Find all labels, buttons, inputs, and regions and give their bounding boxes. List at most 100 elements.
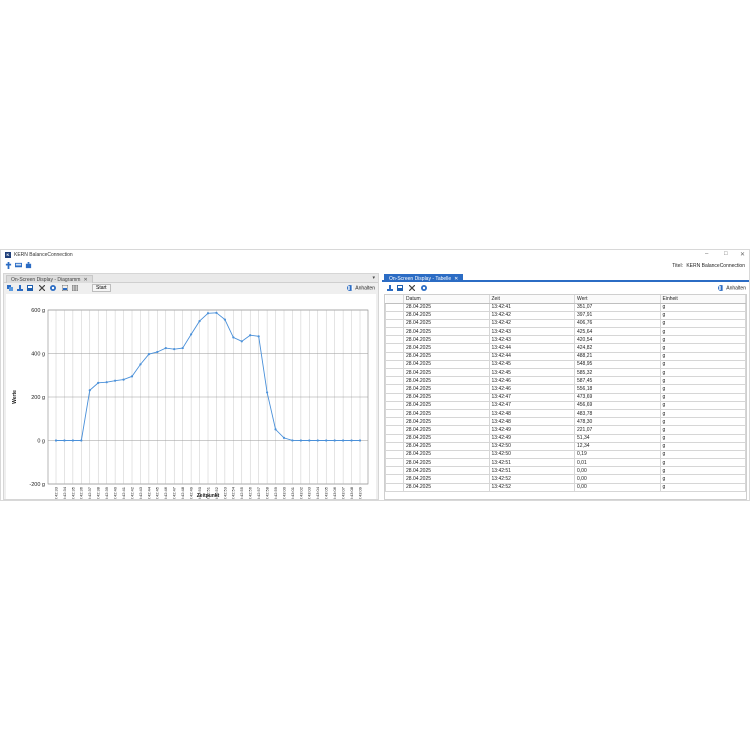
x-tick-label: 13:42:34 xyxy=(62,486,67,499)
row-header[interactable] xyxy=(385,458,404,468)
x-tick-label: 13:42:48 xyxy=(180,486,185,499)
save-icon[interactable] xyxy=(27,285,33,291)
connect-icon[interactable] xyxy=(5,262,12,269)
table-row[interactable]: 28.04.2025 13:42:49 51,34 g xyxy=(385,433,746,443)
export-icon[interactable] xyxy=(17,285,23,291)
row-header[interactable] xyxy=(385,302,404,312)
data-point xyxy=(342,439,345,442)
copy-icon[interactable] xyxy=(7,285,13,291)
table-row[interactable]: 28.04.2025 13:42:46 587,45 g xyxy=(385,376,746,386)
row-header[interactable] xyxy=(385,482,404,492)
cell-datum: 28.04.2025 xyxy=(403,417,490,427)
clear-icon[interactable] xyxy=(409,285,415,291)
chevron-down-icon[interactable]: ▾ xyxy=(372,275,375,281)
row-header[interactable] xyxy=(385,392,404,402)
column-header-zeit[interactable]: Zeit xyxy=(489,295,575,304)
column-header-wert[interactable]: Wert xyxy=(574,295,661,304)
table-row[interactable]: 28.04.2025 13:42:41 351,07 g xyxy=(385,302,746,312)
table-row[interactable]: 28.04.2025 13:42:45 548,95 g xyxy=(385,359,746,370)
row-header[interactable] xyxy=(385,441,404,451)
table-row[interactable]: 28.04.2025 13:42:52 0,00 g xyxy=(385,474,746,484)
line-chart: -200 g 0 g 200 g 400 g 600 g 13:42:33 13:42:34… xyxy=(12,308,369,503)
x-tick-label: 13:42:41 xyxy=(121,486,126,499)
table-row[interactable]: 28.04.2025 13:42:47 456,69 g xyxy=(385,400,746,410)
tab-close-icon[interactable]: ✕ xyxy=(83,277,87,283)
row-header[interactable] xyxy=(385,343,404,353)
data-point xyxy=(139,363,142,366)
save-icon[interactable] xyxy=(397,285,403,291)
app-window: K KERN BalanceConnection – □ ✕ Titel: KE… xyxy=(0,249,750,503)
cell-zeit: 13:42:48 xyxy=(488,408,575,419)
row-header[interactable] xyxy=(385,351,404,361)
table-row[interactable]: 28.04.2025 13:42:42 406,76 g xyxy=(385,318,746,329)
device-icon[interactable] xyxy=(25,262,32,269)
column-header-einheit[interactable]: Einheit xyxy=(660,295,746,304)
row-header[interactable] xyxy=(385,310,404,320)
export-icon[interactable] xyxy=(387,285,393,291)
data-point xyxy=(316,439,319,442)
cell-datum: 28.04.2025 xyxy=(403,310,490,320)
row-header[interactable] xyxy=(385,466,404,476)
row-header[interactable] xyxy=(385,417,404,427)
cell-datum: 28.04.2025 xyxy=(403,449,490,460)
row-header[interactable] xyxy=(385,318,404,329)
y-tick-label: 0 g xyxy=(37,439,45,445)
table-row[interactable]: 28.04.2025 13:42:48 478,30 g xyxy=(385,417,746,427)
x-tick-label: 13:43:06 xyxy=(332,486,337,499)
maximize-icon[interactable]: □ xyxy=(724,251,728,257)
table-row[interactable]: 28.04.2025 13:42:49 221,07 g xyxy=(385,425,746,435)
column-header-datum[interactable]: Datum xyxy=(403,295,490,304)
table-row[interactable]: 28.04.2025 13:42:43 420,54 g xyxy=(385,335,746,345)
start-button[interactable]: Start xyxy=(92,284,111,292)
view-icon[interactable] xyxy=(62,285,68,291)
data-table[interactable]: Datum Zeit Wert Einheit 28.04.2025 13:42:… xyxy=(384,294,747,500)
row-header[interactable] xyxy=(385,327,404,337)
table-row[interactable]: 28.04.2025 13:42:42 397,91 g xyxy=(385,310,746,320)
x-tick-label: 13:42:33 xyxy=(53,486,58,499)
table-row[interactable]: 28.04.2025 13:42:48 483,78 g xyxy=(385,408,746,419)
table-row[interactable]: 28.04.2025 13:42:43 425,64 g xyxy=(385,327,746,337)
table-row[interactable]: 28.04.2025 13:42:51 0,01 g xyxy=(385,458,746,468)
close-window-icon[interactable]: ✕ xyxy=(740,251,745,258)
row-header[interactable] xyxy=(385,474,404,484)
table-row[interactable]: 28.04.2025 13:42:46 556,18 g xyxy=(385,384,746,394)
title-value[interactable]: KERN BalanceConnection xyxy=(686,263,745,269)
tab-table[interactable]: On-Screen Display - Tabelle ✕ xyxy=(384,274,464,282)
x-tick-label: 13:42:59 xyxy=(273,486,278,499)
table-row[interactable]: 28.04.2025 13:42:45 585,32 g xyxy=(385,367,746,378)
pause-button[interactable]: ❚❚Anhalten xyxy=(718,285,746,291)
table-row[interactable]: 28.04.2025 13:42:44 488,21 g xyxy=(385,351,746,361)
clear-icon[interactable] xyxy=(39,285,45,291)
cell-datum: 28.04.2025 xyxy=(403,433,490,443)
table-icon[interactable] xyxy=(72,285,78,291)
row-header[interactable] xyxy=(385,376,404,386)
row-header[interactable] xyxy=(385,359,404,370)
row-header[interactable] xyxy=(385,433,404,443)
row-header[interactable] xyxy=(385,408,404,419)
cell-wert: 483,78 xyxy=(574,408,661,419)
table-row[interactable]: 28.04.2025 13:42:51 0,00 g xyxy=(385,466,746,476)
tab-close-icon[interactable]: ✕ xyxy=(454,276,458,282)
row-header[interactable] xyxy=(385,449,404,460)
x-tick-label: 13:42:35 xyxy=(70,486,75,499)
table-row[interactable]: 28.04.2025 13:42:44 424,82 g xyxy=(385,343,746,353)
row-header[interactable] xyxy=(385,384,404,394)
table-row[interactable]: 28.04.2025 13:42:52 0,00 g xyxy=(385,482,746,492)
table-row[interactable]: 28.04.2025 13:42:50 0,19 g xyxy=(385,449,746,460)
table-row[interactable]: 28.04.2025 13:42:47 473,69 g xyxy=(385,392,746,402)
tab-diagram[interactable]: On-Screen Display - Diagramm ✕ xyxy=(6,275,93,283)
row-header[interactable] xyxy=(385,400,404,410)
minimize-icon[interactable]: – xyxy=(705,251,708,257)
cell-wert: 420,54 xyxy=(574,335,661,345)
table-row[interactable]: 28.04.2025 13:42:50 12,34 g xyxy=(385,441,746,451)
cell-zeit: 13:42:42 xyxy=(488,310,575,320)
cell-zeit: 13:42:47 xyxy=(488,400,575,410)
display-icon[interactable] xyxy=(15,262,22,269)
row-header[interactable] xyxy=(385,367,404,378)
settings-icon[interactable] xyxy=(421,285,427,291)
pause-button[interactable]: ❚❚Anhalten xyxy=(347,285,375,291)
row-header[interactable] xyxy=(385,425,404,435)
settings-icon[interactable] xyxy=(50,285,56,291)
data-point xyxy=(350,439,353,442)
row-header[interactable] xyxy=(385,335,404,345)
